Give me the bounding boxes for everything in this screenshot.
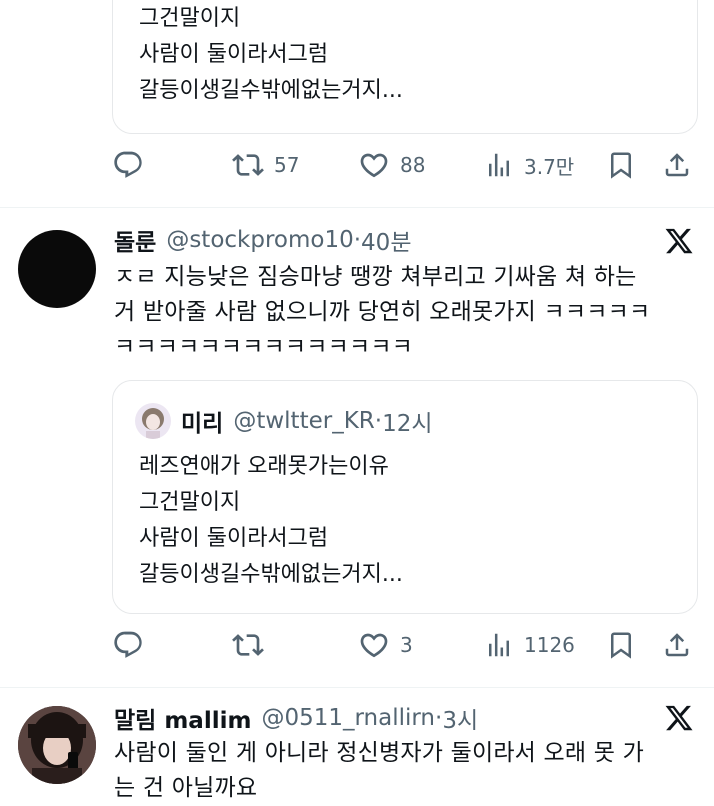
retweet-count: 57 <box>274 153 300 177</box>
quoted-tweet-card[interactable]: 미리 @twltter_KR · 12시 레즈연애가 오래못가는이유 그건말이지… <box>112 380 698 614</box>
quoted-tweet-card[interactable]: 그건말이지 사람이 둘이라서그럼 갈등이생길수밖에없는거지... <box>112 0 698 134</box>
quote-avatar[interactable] <box>135 403 171 439</box>
quote-line: 그건말이지 <box>139 6 241 31</box>
timestamp[interactable]: 40분 <box>361 223 411 257</box>
timestamp[interactable]: 3시 <box>442 701 478 735</box>
like-button[interactable]: 3 <box>358 620 413 670</box>
share-button[interactable] <box>662 140 692 190</box>
reply-button[interactable] <box>112 140 144 190</box>
x-logo-icon <box>665 705 693 731</box>
views-icon <box>489 633 509 657</box>
like-count: 88 <box>400 153 426 177</box>
quote-timestamp: 12시 <box>382 411 433 437</box>
like-button[interactable]: 88 <box>358 140 425 190</box>
reply-icon <box>114 151 142 178</box>
bookmark-button[interactable] <box>606 140 636 190</box>
retweet-button[interactable] <box>232 620 264 670</box>
divider <box>0 687 714 688</box>
quote-line: 갈등이생길수밖에없는거지... <box>139 562 403 587</box>
views-button[interactable]: 3.7만 <box>484 140 574 190</box>
tweet-header: 돌룬 @stockpromo10 · 40분 <box>114 222 411 258</box>
dot-separator: · <box>353 227 362 253</box>
retweet-icon <box>232 154 264 176</box>
retweet-icon <box>232 634 264 656</box>
bookmark-button[interactable] <box>606 620 636 670</box>
tweet-header: 말림 mallim @0511_rnallirn · 3시 <box>114 700 478 736</box>
tweet-body-line: 사람이 둘인 게 아니라 정신병자가 둘이라서 오래 못 가 <box>114 740 645 766</box>
avatar[interactable] <box>18 706 96 784</box>
quote-header: 미리 @twltter_KR · 12시 <box>181 403 433 439</box>
reply-button[interactable] <box>112 620 144 670</box>
tweet-action-bar: 3 1126 <box>0 620 714 670</box>
share-icon <box>665 633 689 657</box>
user-handle[interactable]: @stockpromo10 <box>166 227 353 253</box>
tweet-body-line: ㅋㅋㅋㅋㅋㅋㅋㅋㅋㅋㅋㅋㅋㅋ <box>114 334 414 360</box>
quote-line: 갈등이생길수밖에없는거지... <box>139 78 403 103</box>
quote-display-name: 미리 <box>181 411 224 437</box>
dot-separator: · <box>374 408 383 434</box>
like-count: 3 <box>400 633 413 657</box>
quote-line: 레즈연애가 오래못가는이유 <box>139 454 389 479</box>
views-icon <box>489 153 509 177</box>
retweet-button[interactable]: 57 <box>232 140 299 190</box>
quote-line: 사람이 둘이라서그럼 <box>139 526 329 551</box>
dot-separator: · <box>435 705 443 731</box>
reply-icon <box>114 631 142 658</box>
bookmark-icon <box>611 152 631 179</box>
tweet-body-line: ㅈㄹ 지능낮은 짐승마냥 땡깡 쳐부리고 기싸움 쳐 하는 <box>114 264 637 290</box>
display-name[interactable]: 돌룬 <box>114 223 156 257</box>
quote-user-handle: @twltter_KR <box>233 408 375 434</box>
tweet-action-bar: 57 88 3.7만 <box>0 140 714 190</box>
heart-icon <box>360 153 388 178</box>
divider <box>0 207 714 208</box>
views-button[interactable]: 1126 <box>484 620 575 670</box>
quote-line: 사람이 둘이라서그럼 <box>139 42 329 67</box>
heart-icon <box>360 633 388 658</box>
quote-line: 그건말이지 <box>139 490 241 515</box>
share-button[interactable] <box>662 620 692 670</box>
tweet-body-line: 거 받아줄 사람 없으니까 당연히 오래못가지 ㅋㅋㅋㅋㅋ <box>114 299 651 325</box>
views-count: 3.7만 <box>524 154 575 179</box>
bookmark-icon <box>611 632 631 659</box>
avatar[interactable] <box>18 230 96 308</box>
x-logo-icon <box>665 228 693 254</box>
display-name[interactable]: 말림 mallim <box>114 701 251 735</box>
user-handle[interactable]: @0511_rnallirn <box>261 705 435 731</box>
share-icon <box>665 153 689 177</box>
views-count: 1126 <box>524 633 575 657</box>
